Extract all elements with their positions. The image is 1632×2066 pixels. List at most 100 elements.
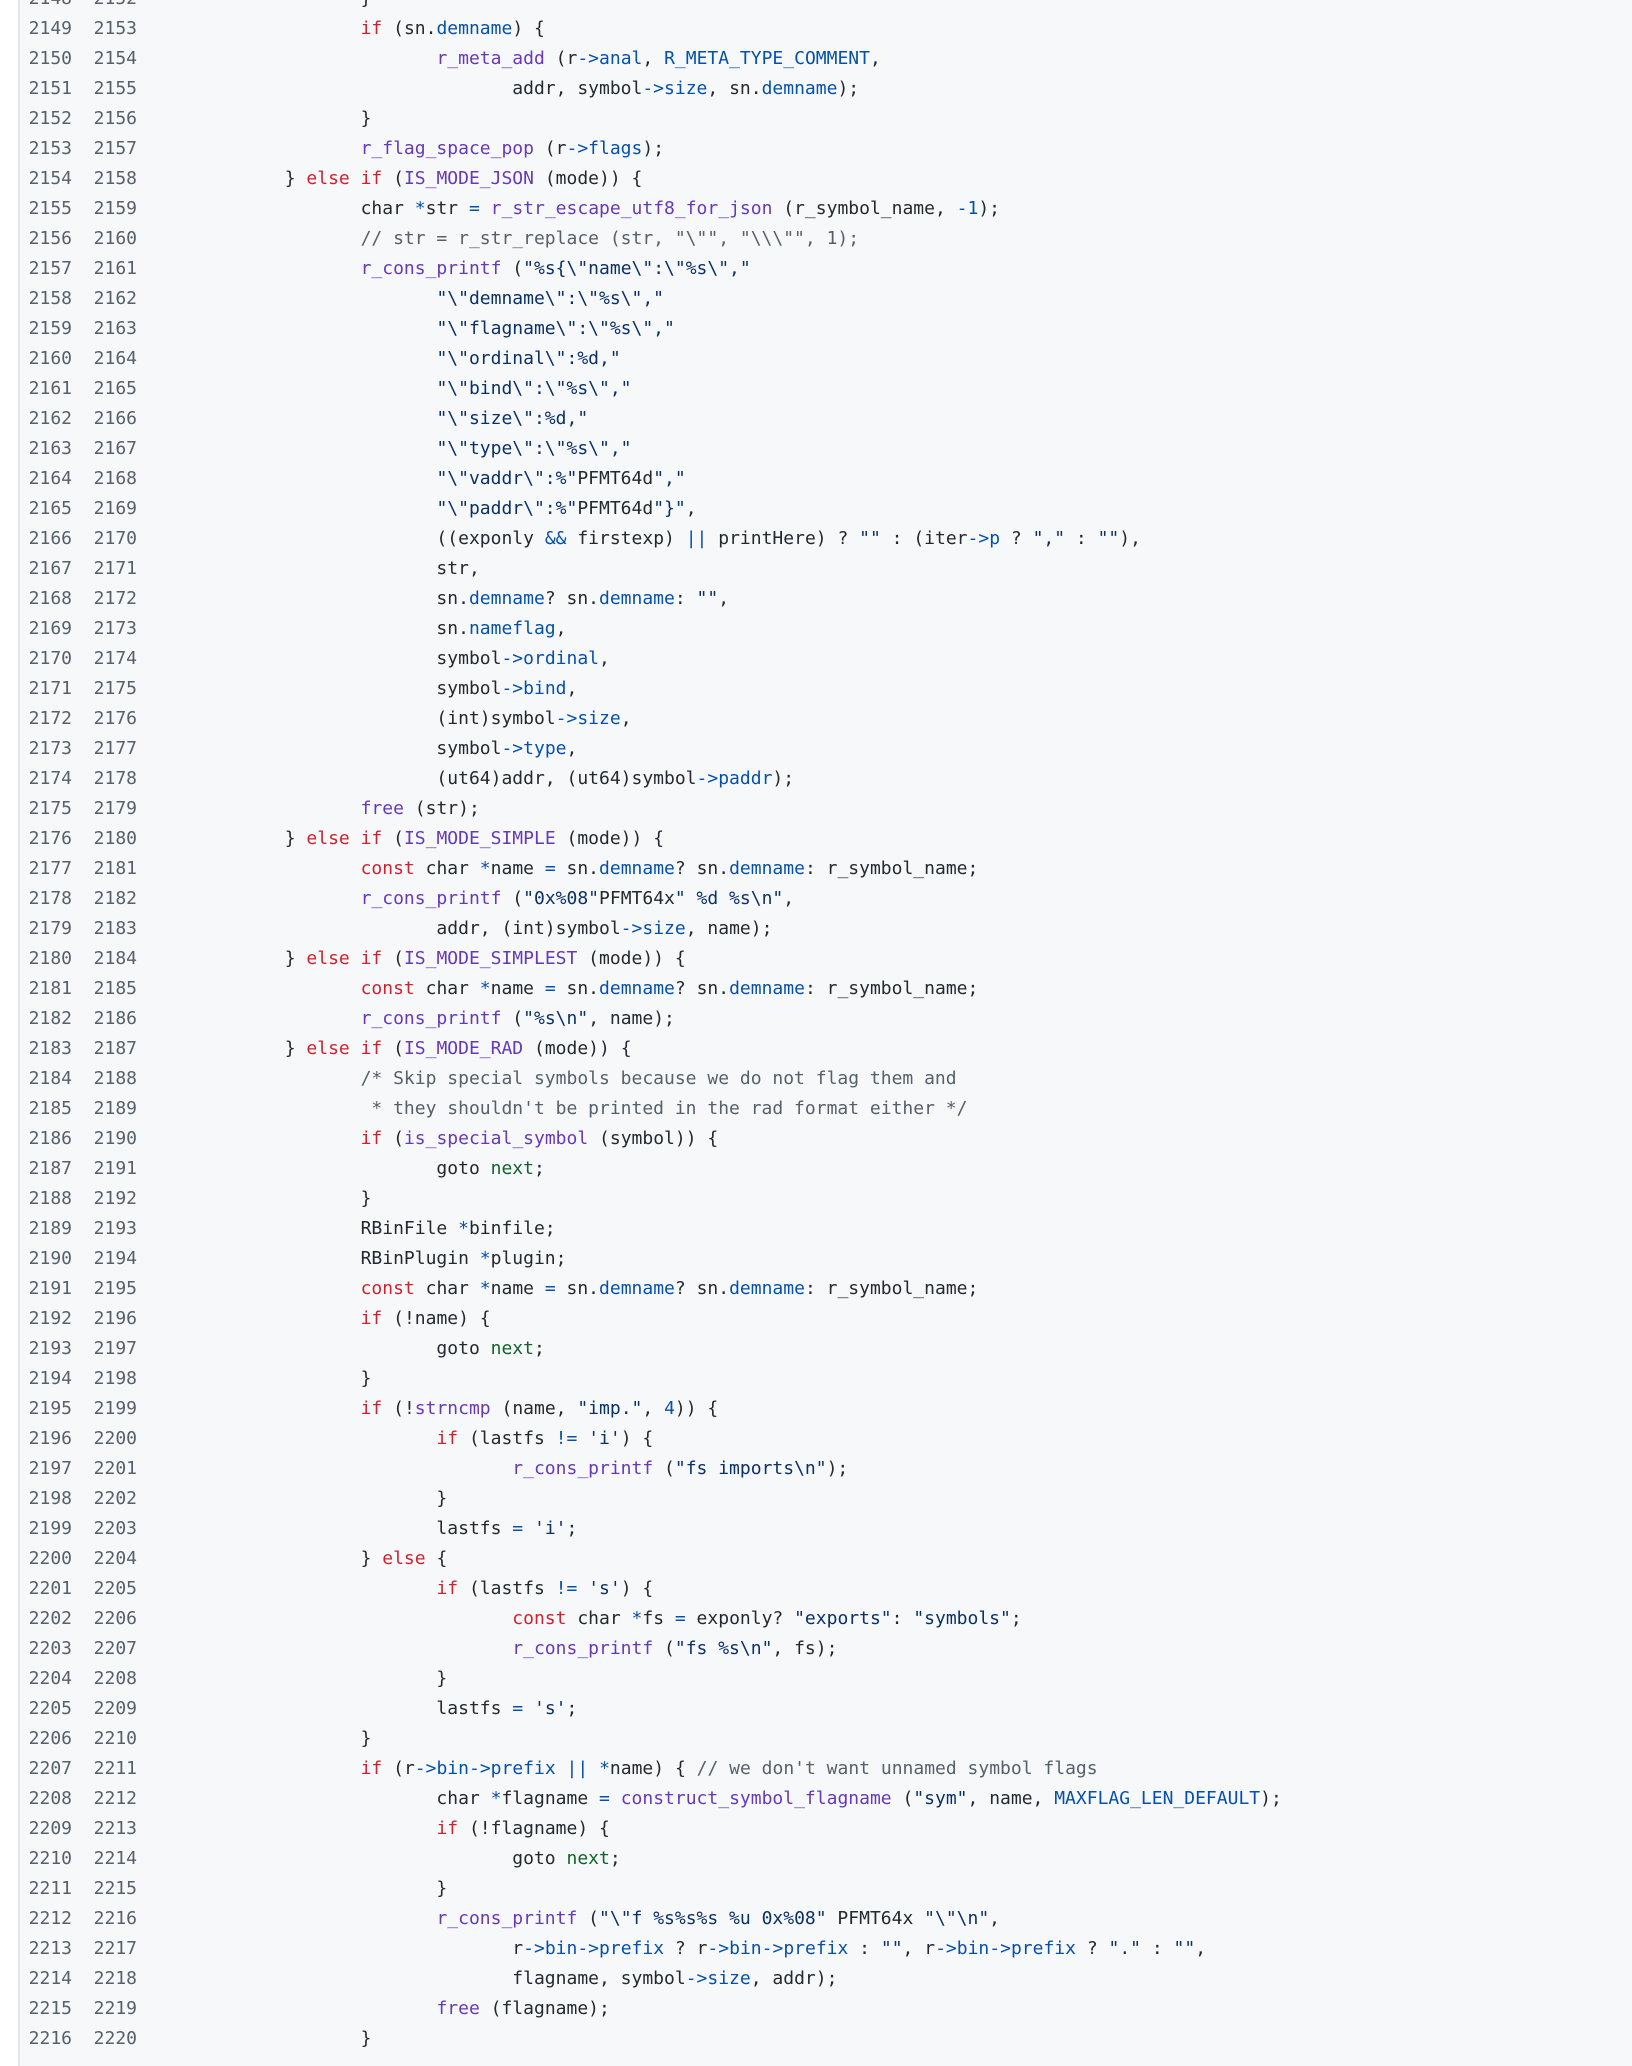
old-line-number[interactable]: 2148 [20, 0, 72, 14]
old-line-number[interactable]: 2188 [20, 1184, 72, 1214]
old-line-number[interactable]: 2205 [20, 1694, 72, 1724]
new-line-number[interactable]: 2191 [85, 1154, 137, 1184]
old-line-number[interactable]: 2191 [20, 1274, 72, 1304]
old-line-number[interactable]: 2173 [20, 734, 72, 764]
new-line-number[interactable]: 2211 [85, 1754, 137, 1784]
new-line-number[interactable]: 2163 [85, 314, 137, 344]
old-line-number[interactable]: 2196 [20, 1424, 72, 1454]
new-line-number[interactable]: 2218 [85, 1964, 137, 1994]
old-line-number[interactable]: 2209 [20, 1814, 72, 1844]
old-line-number[interactable]: 2198 [20, 1484, 72, 1514]
old-line-number[interactable]: 2183 [20, 1034, 72, 1064]
old-line-number[interactable]: 2150 [20, 44, 72, 74]
new-line-number[interactable]: 2210 [85, 1724, 137, 1754]
new-line-number[interactable]: 2171 [85, 554, 137, 584]
new-line-number[interactable]: 2181 [85, 854, 137, 884]
old-line-number[interactable]: 2184 [20, 1064, 72, 1094]
old-line-number[interactable]: 2192 [20, 1304, 72, 1334]
new-line-number[interactable]: 2170 [85, 524, 137, 554]
old-line-number[interactable]: 2204 [20, 1664, 72, 1694]
new-line-number[interactable]: 2193 [85, 1214, 137, 1244]
old-line-number[interactable]: 2207 [20, 1754, 72, 1784]
new-line-number[interactable]: 2185 [85, 974, 137, 1004]
new-line-number[interactable]: 2197 [85, 1334, 137, 1364]
old-line-number[interactable]: 2160 [20, 344, 72, 374]
old-line-number[interactable]: 2165 [20, 494, 72, 524]
new-line-number[interactable]: 2154 [85, 44, 137, 74]
new-line-number[interactable]: 2196 [85, 1304, 137, 1334]
new-line-number[interactable]: 2189 [85, 1094, 137, 1124]
new-line-number[interactable]: 2168 [85, 464, 137, 494]
old-line-number[interactable]: 2211 [20, 1874, 72, 1904]
new-line-number[interactable]: 2161 [85, 254, 137, 284]
old-line-number[interactable]: 2153 [20, 134, 72, 164]
new-line-number[interactable]: 2186 [85, 1004, 137, 1034]
old-line-number[interactable]: 2206 [20, 1724, 72, 1754]
old-line-number[interactable]: 2210 [20, 1844, 72, 1874]
new-line-number[interactable]: 2167 [85, 434, 137, 464]
new-line-number[interactable]: 2208 [85, 1664, 137, 1694]
new-line-number[interactable]: 2184 [85, 944, 137, 974]
new-line-number[interactable]: 2182 [85, 884, 137, 914]
new-line-number[interactable]: 2190 [85, 1124, 137, 1154]
old-line-number[interactable]: 2161 [20, 374, 72, 404]
new-line-number[interactable]: 2174 [85, 644, 137, 674]
old-line-number[interactable]: 2162 [20, 404, 72, 434]
new-line-number[interactable]: 2207 [85, 1634, 137, 1664]
new-line-number[interactable]: 2219 [85, 1994, 137, 2024]
new-line-number[interactable]: 2175 [85, 674, 137, 704]
old-line-number[interactable]: 2170 [20, 644, 72, 674]
old-line-number[interactable]: 2176 [20, 824, 72, 854]
new-line-number[interactable]: 2214 [85, 1844, 137, 1874]
old-line-number[interactable]: 2199 [20, 1514, 72, 1544]
old-line-number[interactable]: 2190 [20, 1244, 72, 1274]
new-line-number[interactable]: 2156 [85, 104, 137, 134]
new-line-number[interactable]: 2158 [85, 164, 137, 194]
old-line-number[interactable]: 2212 [20, 1904, 72, 1934]
new-line-number[interactable]: 2187 [85, 1034, 137, 1064]
old-line-number[interactable]: 2194 [20, 1364, 72, 1394]
old-line-number[interactable]: 2189 [20, 1214, 72, 1244]
old-line-number[interactable]: 2177 [20, 854, 72, 884]
old-line-number[interactable]: 2152 [20, 104, 72, 134]
new-line-number[interactable]: 2180 [85, 824, 137, 854]
new-line-number[interactable]: 2203 [85, 1514, 137, 1544]
old-line-number[interactable]: 2203 [20, 1634, 72, 1664]
new-line-number[interactable]: 2155 [85, 74, 137, 104]
old-line-number[interactable]: 2163 [20, 434, 72, 464]
old-line-number[interactable]: 2200 [20, 1544, 72, 1574]
old-line-number[interactable]: 2214 [20, 1964, 72, 1994]
new-line-number[interactable]: 2176 [85, 704, 137, 734]
new-line-number[interactable]: 2205 [85, 1574, 137, 1604]
new-line-number[interactable]: 2201 [85, 1454, 137, 1484]
old-line-number[interactable]: 2154 [20, 164, 72, 194]
old-line-number[interactable]: 2175 [20, 794, 72, 824]
new-line-number[interactable]: 2194 [85, 1244, 137, 1274]
new-line-number[interactable]: 2164 [85, 344, 137, 374]
old-line-number[interactable]: 2208 [20, 1784, 72, 1814]
new-line-number[interactable]: 2195 [85, 1274, 137, 1304]
new-line-number[interactable]: 2178 [85, 764, 137, 794]
old-line-number[interactable]: 2155 [20, 194, 72, 224]
new-line-number[interactable]: 2177 [85, 734, 137, 764]
old-line-number[interactable]: 2157 [20, 254, 72, 284]
new-line-number[interactable]: 2157 [85, 134, 137, 164]
new-line-number[interactable]: 2169 [85, 494, 137, 524]
new-line-number[interactable]: 2165 [85, 374, 137, 404]
old-line-number[interactable]: 2195 [20, 1394, 72, 1424]
old-line-number[interactable]: 2216 [20, 2024, 72, 2054]
new-line-number[interactable]: 2179 [85, 794, 137, 824]
new-line-number[interactable]: 2198 [85, 1364, 137, 1394]
new-line-number[interactable]: 2209 [85, 1694, 137, 1724]
old-line-number[interactable]: 2149 [20, 14, 72, 44]
old-line-number[interactable]: 2182 [20, 1004, 72, 1034]
new-line-number[interactable]: 2152 [85, 0, 137, 14]
old-line-number[interactable]: 2169 [20, 614, 72, 644]
old-line-number[interactable]: 2186 [20, 1124, 72, 1154]
old-line-number[interactable]: 2172 [20, 704, 72, 734]
new-line-number[interactable]: 2199 [85, 1394, 137, 1424]
new-line-number[interactable]: 2215 [85, 1874, 137, 1904]
new-line-number[interactable]: 2204 [85, 1544, 137, 1574]
new-line-number[interactable]: 2212 [85, 1784, 137, 1814]
old-line-number[interactable]: 2159 [20, 314, 72, 344]
